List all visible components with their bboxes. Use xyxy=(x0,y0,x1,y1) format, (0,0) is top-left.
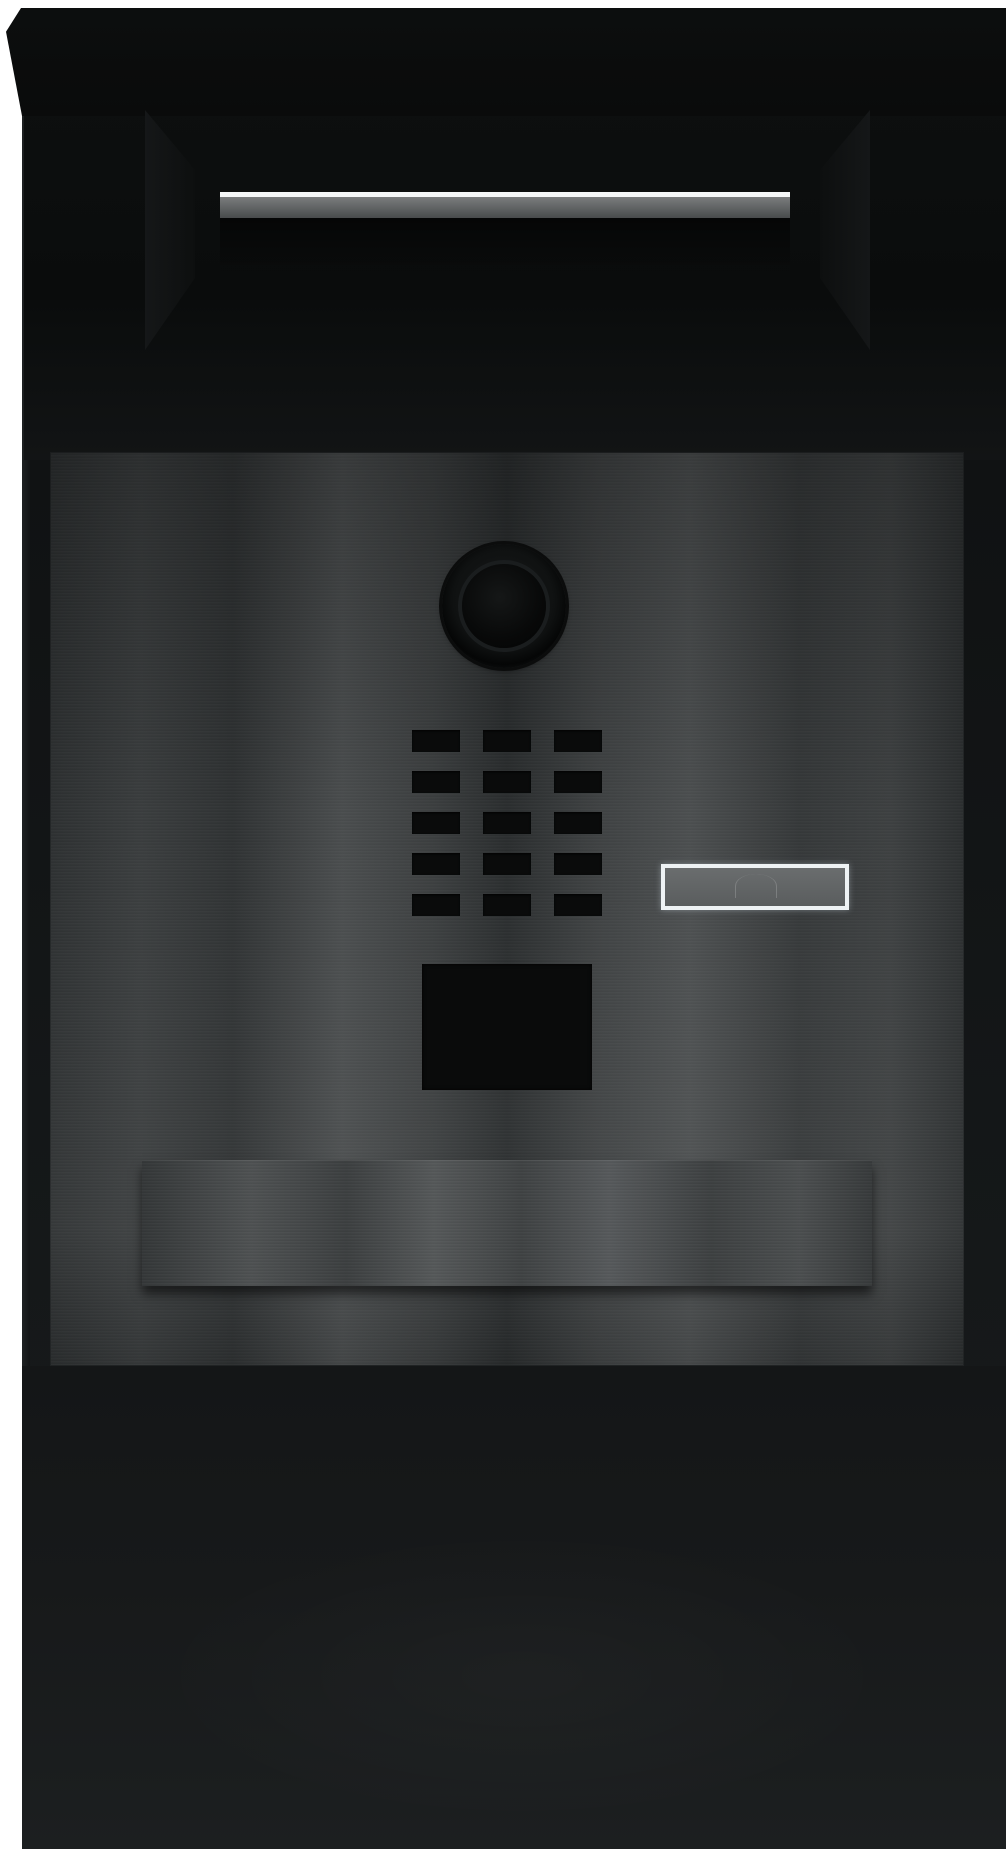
mailbox-roof xyxy=(6,8,1006,116)
grille-slot xyxy=(554,894,602,916)
grille-slot xyxy=(554,853,602,875)
grille-slot xyxy=(483,812,531,834)
front-plate xyxy=(50,452,964,1366)
grille-slot xyxy=(483,853,531,875)
letter-slot[interactable] xyxy=(220,192,790,218)
speaker-grille-icon xyxy=(412,730,602,916)
lower-post-reflection xyxy=(142,1526,902,1826)
letter-slot-shadow xyxy=(220,218,790,278)
grille-slot xyxy=(412,730,460,752)
call-button-glint xyxy=(735,874,777,898)
grille-slot xyxy=(554,730,602,752)
camera-icon xyxy=(442,544,566,668)
call-button-icon[interactable] xyxy=(661,864,849,910)
grille-slot xyxy=(554,771,602,793)
grille-slot xyxy=(412,812,460,834)
lower-post xyxy=(22,1366,1006,1849)
grille-slot xyxy=(483,894,531,916)
camera-lens xyxy=(462,564,546,648)
grille-slot xyxy=(554,812,602,834)
parcel-flap[interactable] xyxy=(142,1160,872,1286)
grille-slot xyxy=(483,771,531,793)
keypad-module-window[interactable] xyxy=(422,964,592,1090)
grille-slot xyxy=(412,771,460,793)
grille-slot xyxy=(483,730,531,752)
grille-slot xyxy=(412,894,460,916)
grille-slot xyxy=(412,853,460,875)
intercom-mailbox-scene xyxy=(0,0,1006,1849)
